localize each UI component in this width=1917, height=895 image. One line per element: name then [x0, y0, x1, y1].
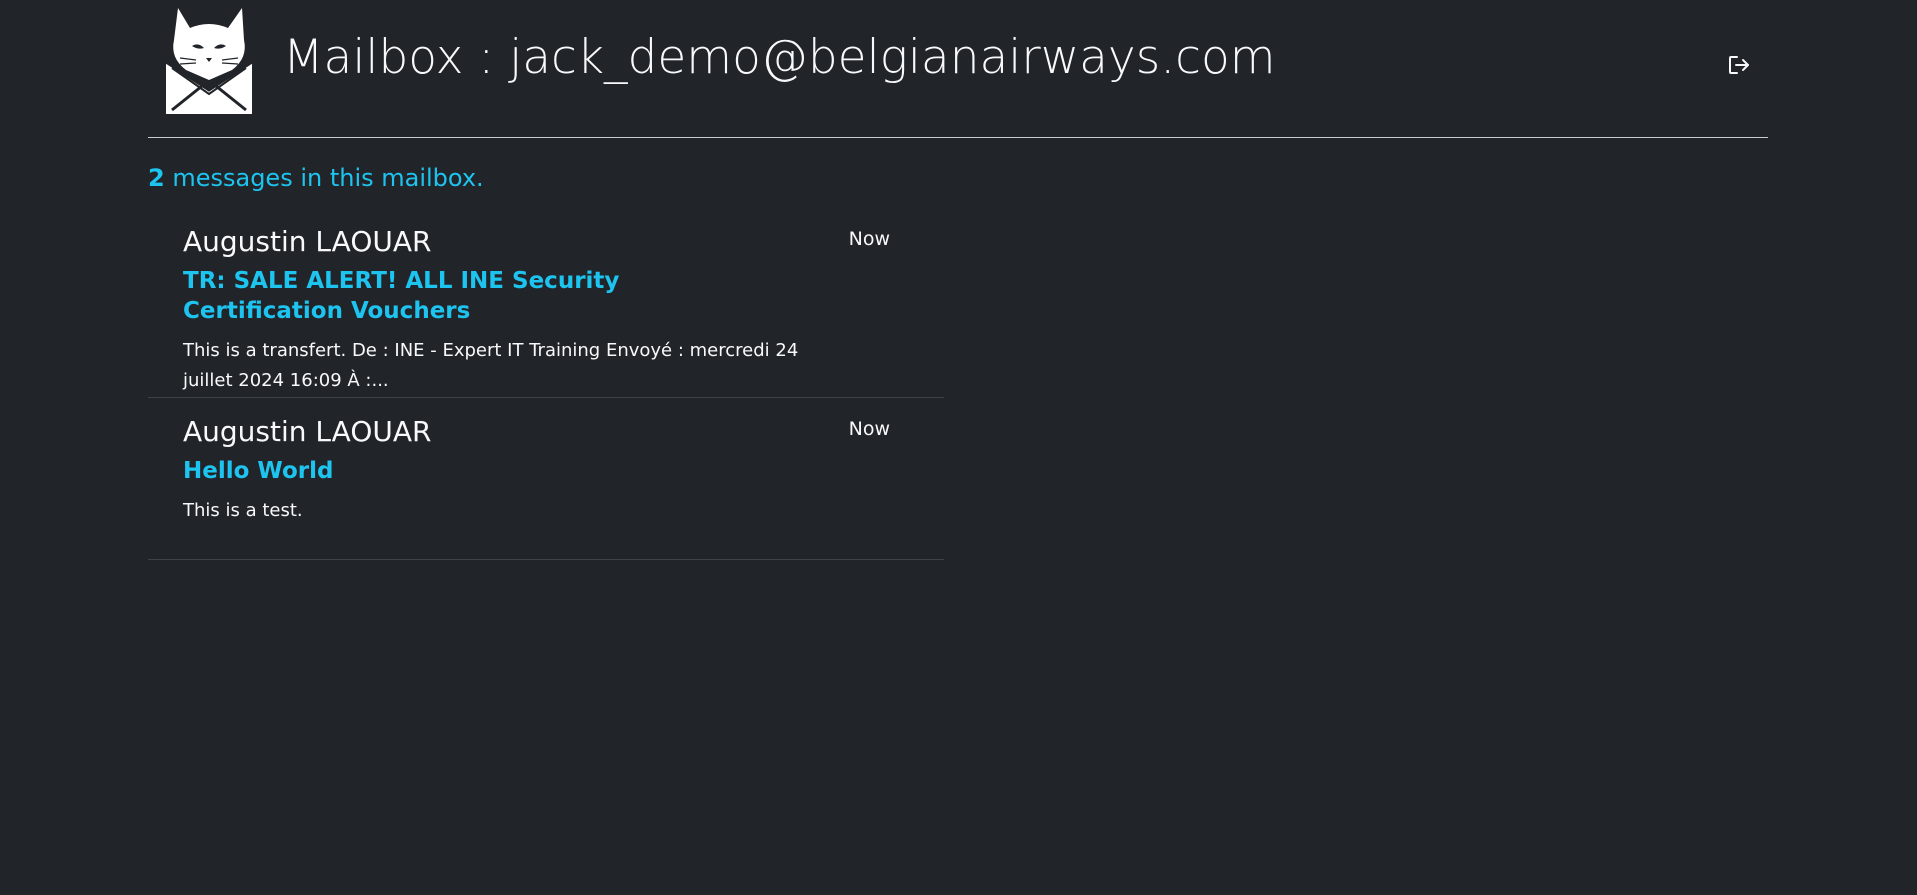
message-count-text: messages in this mailbox.: [164, 164, 484, 192]
message-time: Now: [848, 228, 890, 250]
message-item[interactable]: Augustin LAOUAR Now TR: SALE ALERT! ALL …: [148, 208, 944, 398]
message-count: 2 messages in this mailbox.: [148, 164, 484, 192]
logout-button[interactable]: [1726, 52, 1752, 78]
message-item[interactable]: Augustin LAOUAR Now Hello World This is …: [148, 398, 944, 560]
message-sender: Augustin LAOUAR: [183, 225, 432, 258]
message-time: Now: [848, 418, 890, 440]
message-subject-link[interactable]: TR: SALE ALERT! ALL INE Security Certifi…: [183, 266, 783, 326]
header: Mailbox : jack_demo@belgianairways.com: [148, 0, 1768, 138]
page-title: Mailbox : jack_demo@belgianairways.com: [283, 30, 1276, 85]
message-subject-link[interactable]: Hello World: [183, 456, 783, 486]
message-preview: This is a transfert. De : INE - Expert I…: [183, 340, 799, 391]
message-sender: Augustin LAOUAR: [183, 415, 432, 448]
message-preview: This is a test.: [183, 500, 303, 521]
logout-icon: [1729, 56, 1749, 74]
message-list: Augustin LAOUAR Now TR: SALE ALERT! ALL …: [148, 208, 944, 560]
cat-envelope-logo-icon: [162, 6, 256, 116]
message-count-number: 2: [148, 164, 165, 192]
